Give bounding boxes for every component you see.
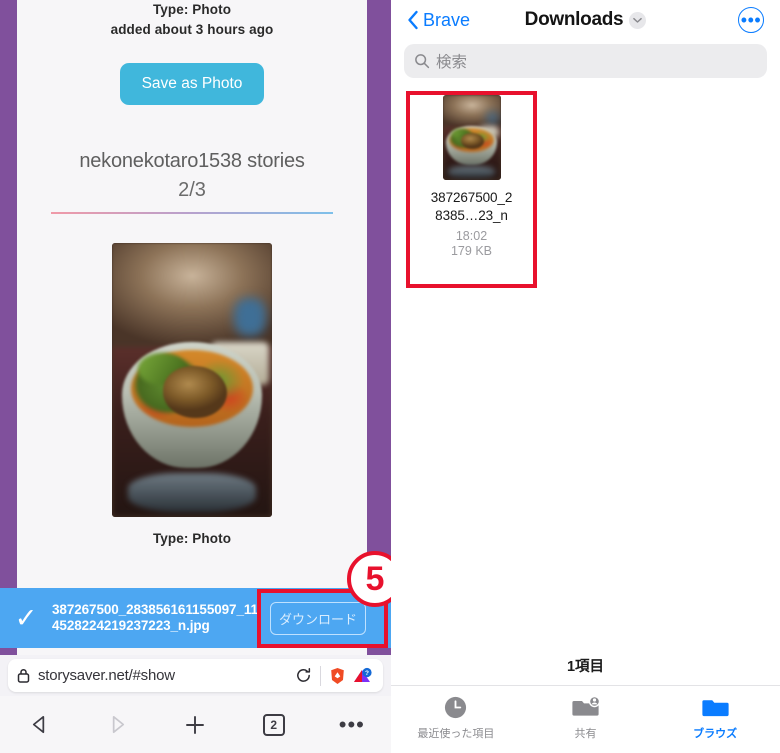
browser-menu-dots: ••• <box>338 711 365 737</box>
tab-browse[interactable]: ブラウズ <box>650 694 780 741</box>
svg-text:?: ? <box>365 670 369 677</box>
more-dots: ••• <box>740 9 762 30</box>
media-added-label: added about 3 hours ago <box>110 22 274 37</box>
browser-menu-icon[interactable]: ••• <box>324 703 380 747</box>
browser-url-bar-row: storysaver.net/#show ? <box>0 655 391 696</box>
reload-icon[interactable] <box>295 667 312 684</box>
download-button[interactable]: ダウンロード <box>270 601 367 635</box>
story-photo-image[interactable] <box>112 243 272 517</box>
right-files-panel: Brave ••• Downloads 検索 387267500_2 8385…… <box>391 0 780 753</box>
back-label: Brave <box>423 9 471 30</box>
brave-lion-icon[interactable] <box>329 667 346 685</box>
file-thumbnail <box>442 95 501 180</box>
file-name-line-2: 8385…23_n <box>435 208 508 223</box>
folder-icon <box>702 694 729 720</box>
forward-arrow-icon[interactable] <box>89 703 145 747</box>
files-tab-bar: 最近使った項目 共有 ブラウズ <box>391 685 780 753</box>
url-bar-divider <box>320 665 321 686</box>
file-name-line-1: 387267500_2 <box>430 190 513 205</box>
new-tab-plus-icon[interactable] <box>167 703 223 747</box>
downloads-file-grid: 387267500_2 8385…23_n 18:02 179 KB <box>391 91 780 611</box>
left-browser-panel: Type: Photo added about 3 hours ago Save… <box>0 0 391 753</box>
search-placeholder: 検索 <box>436 54 468 71</box>
tab-browse-label: ブラウズ <box>693 728 738 740</box>
clock-icon <box>443 694 468 720</box>
back-arrow-icon[interactable] <box>11 703 67 747</box>
search-input[interactable]: 検索 <box>404 44 767 78</box>
browser-nav-bar: 2 ••• <box>0 696 391 753</box>
back-to-brave-link[interactable]: Brave <box>407 10 470 31</box>
tab-shared-label: 共有 <box>574 728 597 740</box>
save-as-photo-button[interactable]: Save as Photo <box>119 63 265 105</box>
shared-folder-icon <box>571 694 600 720</box>
story-photo-container <box>17 243 367 522</box>
tab-recents-label: 最近使った項目 <box>417 728 495 740</box>
story-progress-rule <box>51 212 333 214</box>
tab-recents[interactable]: 最近使った項目 <box>391 694 521 741</box>
file-name: 387267500_2 8385…23_n <box>431 189 513 225</box>
url-bar[interactable]: storysaver.net/#show ? <box>8 659 383 692</box>
list-item[interactable]: 387267500_2 8385…23_n 18:02 179 KB <box>410 95 533 258</box>
downloaded-filename: 387267500_283856161155097_11452822421923… <box>52 601 258 634</box>
search-icon <box>414 53 430 69</box>
story-account-title: nekonekotaro1538 stories <box>79 150 305 172</box>
media-type-label: Type: Photo <box>152 2 232 17</box>
save-button-container: Save as Photo <box>17 63 367 105</box>
screenshot-root: Type: Photo added about 3 hours ago Save… <box>0 0 780 753</box>
file-size: 179 KB <box>450 244 492 258</box>
ellipsis-circle-icon[interactable]: ••• <box>738 7 764 33</box>
file-time: 18:02 <box>455 229 488 243</box>
tab-count-label: 2 <box>262 713 285 736</box>
files-navigation-bar: Brave ••• <box>391 0 780 40</box>
tab-shared[interactable]: 共有 <box>521 694 651 741</box>
chevron-left-icon <box>407 10 419 30</box>
url-text: storysaver.net/#show <box>38 667 175 684</box>
web-page-content: Type: Photo added about 3 hours ago Save… <box>17 0 367 655</box>
download-notification-bar: ✓ 387267500_283856161155097_114528224219… <box>0 588 391 648</box>
triangle-badge-icon[interactable]: ? <box>352 667 372 685</box>
media-type-label-bottom: Type: Photo <box>152 531 232 546</box>
checkmark-icon: ✓ <box>14 602 38 633</box>
story-counter: 2/3 <box>178 179 206 201</box>
tab-count-button[interactable]: 2 <box>246 703 302 747</box>
item-count-label: 1項目 <box>566 659 605 675</box>
lock-icon <box>17 668 30 683</box>
